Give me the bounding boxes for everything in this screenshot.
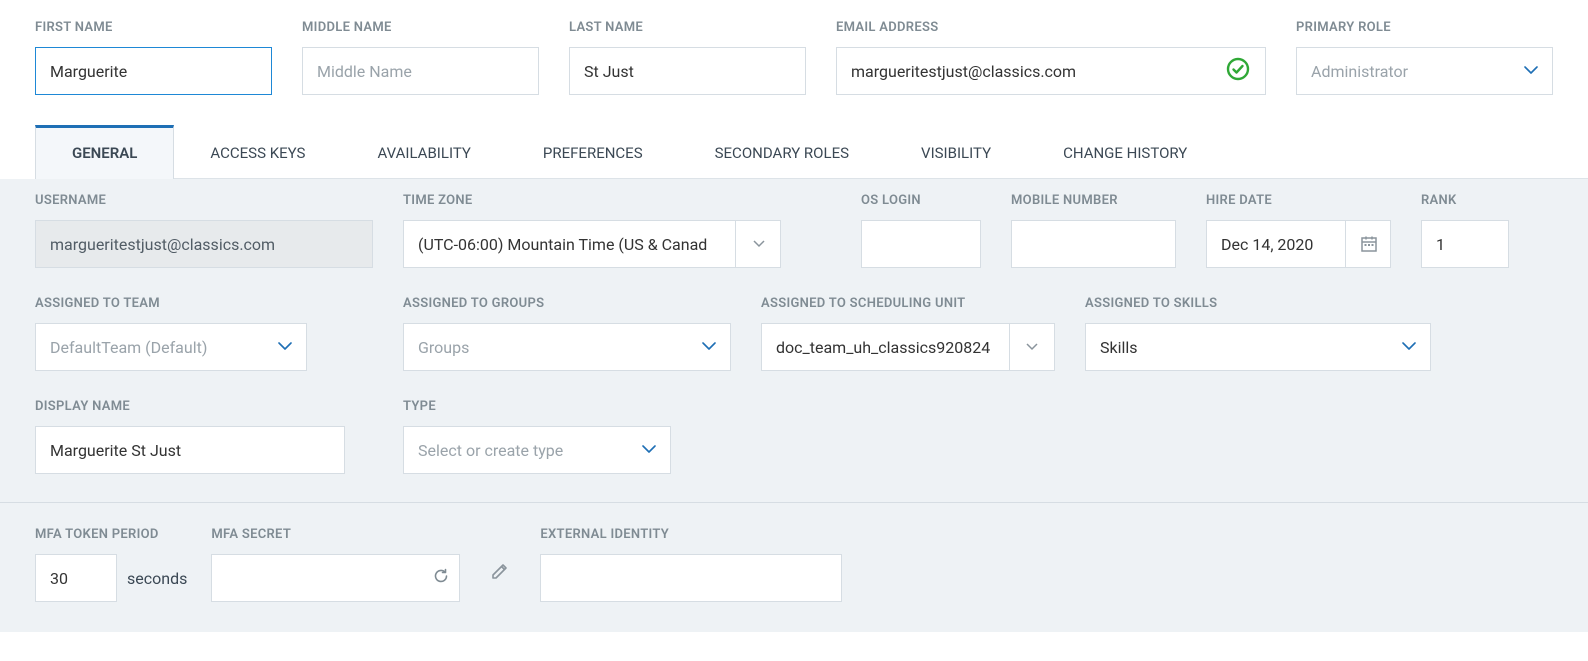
type-label: TYPE <box>403 399 671 414</box>
chevron-down-icon <box>1402 341 1416 354</box>
email-label: EMAIL ADDRESS <box>836 20 1266 35</box>
tab-general[interactable]: GENERAL <box>35 125 174 179</box>
os-login-label: OS LOGIN <box>861 193 981 208</box>
primary-role-field: PRIMARY ROLE Administrator <box>1296 20 1553 95</box>
middle-name-input[interactable] <box>302 47 539 95</box>
skills-select[interactable]: Skills <box>1085 323 1431 371</box>
mfa-period-label: MFA TOKEN PERIOD <box>35 527 187 542</box>
team-value: DefaultTeam (Default) <box>50 338 207 357</box>
last-name-input[interactable] <box>569 47 806 95</box>
type-placeholder: Select or create type <box>418 441 563 460</box>
chevron-down-icon <box>1524 65 1538 78</box>
middle-name-field: MIDDLE NAME <box>302 20 539 95</box>
sched-dropdown-button[interactable] <box>1009 323 1055 371</box>
middle-name-label: MIDDLE NAME <box>302 20 539 35</box>
groups-select[interactable]: Groups <box>403 323 731 371</box>
team-select[interactable]: DefaultTeam (Default) <box>35 323 307 371</box>
first-name-input[interactable] <box>35 47 272 95</box>
type-select[interactable]: Select or create type <box>403 426 671 474</box>
mobile-label: MOBILE NUMBER <box>1011 193 1176 208</box>
valid-check-icon <box>1226 57 1250 85</box>
groups-value: Groups <box>418 338 469 357</box>
external-id-label: EXTERNAL IDENTITY <box>540 527 842 542</box>
tab-secondary-roles[interactable]: SECONDARY ROLES <box>679 125 885 178</box>
timezone-dropdown-button[interactable] <box>735 220 781 268</box>
rank-input[interactable] <box>1421 220 1509 268</box>
skills-value: Skills <box>1100 338 1138 357</box>
primary-role-value: Administrator <box>1311 62 1408 81</box>
os-login-input[interactable] <box>861 220 981 268</box>
primary-role-label: PRIMARY ROLE <box>1296 20 1553 35</box>
primary-role-select[interactable]: Administrator <box>1296 47 1553 95</box>
first-name-field: FIRST NAME <box>35 20 272 95</box>
display-name-label: DISPLAY NAME <box>35 399 345 414</box>
tab-access-keys[interactable]: ACCESS KEYS <box>174 125 341 178</box>
identity-row: FIRST NAME MIDDLE NAME LAST NAME EMAIL A… <box>0 0 1588 95</box>
sched-label: ASSIGNED TO SCHEDULING UNIT <box>761 296 1055 311</box>
last-name-label: LAST NAME <box>569 20 806 35</box>
mfa-secret-input[interactable] <box>211 554 460 602</box>
calendar-icon[interactable] <box>1345 220 1391 268</box>
team-label: ASSIGNED TO TEAM <box>35 296 307 311</box>
tab-visibility[interactable]: VISIBILITY <box>885 125 1027 178</box>
username-input <box>35 220 373 268</box>
email-field: EMAIL ADDRESS <box>836 20 1266 95</box>
hire-date-label: HIRE DATE <box>1206 193 1391 208</box>
skills-label: ASSIGNED TO SKILLS <box>1085 296 1431 311</box>
timezone-input[interactable] <box>403 220 781 268</box>
pencil-icon[interactable] <box>484 561 516 585</box>
external-id-input[interactable] <box>540 554 842 602</box>
sched-input[interactable] <box>761 323 1009 371</box>
groups-label: ASSIGNED TO GROUPS <box>403 296 731 311</box>
tab-bar: GENERAL ACCESS KEYS AVAILABILITY PREFERE… <box>35 125 1588 179</box>
mfa-secret-label: MFA SECRET <box>211 527 460 542</box>
first-name-label: FIRST NAME <box>35 20 272 35</box>
mobile-input[interactable] <box>1011 220 1176 268</box>
chevron-down-icon <box>642 444 656 457</box>
section-divider <box>0 502 1588 503</box>
username-label: USERNAME <box>35 193 373 208</box>
display-name-input[interactable] <box>35 426 345 474</box>
rank-label: RANK <box>1421 193 1509 208</box>
chevron-down-icon <box>702 341 716 354</box>
email-input[interactable] <box>836 47 1266 95</box>
timezone-label: TIME ZONE <box>403 193 781 208</box>
chevron-down-icon <box>278 341 292 354</box>
tab-change-history[interactable]: CHANGE HISTORY <box>1027 125 1223 178</box>
general-panel: USERNAME TIME ZONE OS LOGIN MOBILE NUMBE… <box>0 179 1588 632</box>
refresh-icon[interactable] <box>432 567 450 589</box>
tab-preferences[interactable]: PREFERENCES <box>507 125 679 178</box>
mfa-period-input[interactable] <box>35 554 117 602</box>
tab-availability[interactable]: AVAILABILITY <box>341 125 506 178</box>
last-name-field: LAST NAME <box>569 20 806 95</box>
seconds-label: seconds <box>127 569 187 588</box>
